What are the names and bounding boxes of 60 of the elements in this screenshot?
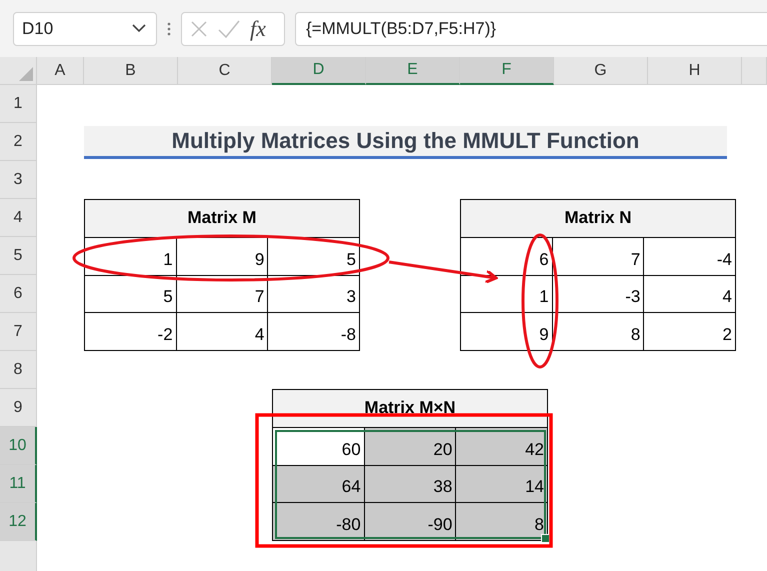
cell-selection[interactable]: 60 20 42 64 38 14 -80 -90 8	[273, 428, 548, 541]
table-cell: 9	[176, 238, 268, 276]
row-header[interactable]: 11	[0, 465, 37, 503]
table-cell: 60	[273, 428, 365, 466]
table-cell: 8	[552, 313, 644, 351]
table-cell: 1	[461, 276, 553, 314]
row-header[interactable]: 3	[0, 161, 37, 199]
table-cell: 14	[456, 466, 548, 504]
formula-field[interactable]: {=MMULT(B5:D7,F5:H7)}	[295, 12, 767, 46]
row-header[interactable]: 6	[0, 275, 37, 313]
row-header[interactable]: 9	[0, 389, 37, 427]
matrix-header: Matrix N	[461, 200, 736, 238]
table-cell: 2	[644, 313, 736, 351]
table-cell: 20	[364, 428, 456, 466]
column-header[interactable]: C	[178, 57, 272, 85]
row-header[interactable]: 7	[0, 313, 37, 351]
check-icon[interactable]	[218, 20, 240, 38]
row-header[interactable]: 10	[0, 427, 37, 465]
table-cell: 3	[268, 276, 360, 314]
sheet-title: Multiply Matrices Using the MMULT Function	[84, 126, 727, 159]
column-header[interactable]	[742, 57, 767, 85]
table-cell: 42	[456, 428, 548, 466]
table-cell: 38	[364, 466, 456, 504]
table-cell: 4	[644, 276, 736, 314]
table-cell: 64	[273, 466, 365, 504]
column-header[interactable]: H	[648, 57, 742, 85]
column-header[interactable]: B	[84, 57, 178, 85]
more-icon[interactable]	[167, 20, 171, 36]
row-header[interactable]: 4	[0, 199, 37, 237]
row-header[interactable]: 8	[0, 351, 37, 389]
table-cell: 8	[456, 503, 548, 541]
column-header[interactable]: D	[272, 57, 366, 85]
matrix-header: Matrix M×N	[273, 390, 548, 428]
select-all-icon[interactable]	[19, 67, 33, 81]
column-header[interactable]: G	[554, 57, 648, 85]
fill-handle[interactable]	[541, 534, 550, 543]
column-header[interactable]: F	[460, 57, 554, 85]
table-cell: 5	[85, 276, 177, 314]
column-header[interactable]: A	[37, 57, 84, 85]
insert-function-button[interactable]: fx	[250, 16, 266, 42]
table-cell: 4	[176, 313, 268, 351]
chevron-down-icon	[132, 24, 146, 33]
close-icon[interactable]	[190, 20, 208, 38]
row-header[interactable]: 1	[0, 85, 37, 123]
table-cell: -3	[552, 276, 644, 314]
row-header[interactable]: 2	[0, 123, 37, 161]
table-cell: -8	[268, 313, 360, 351]
table-cell: 6	[461, 238, 553, 276]
table-cell: 9	[461, 313, 553, 351]
table-cell: -80	[273, 503, 365, 541]
table-cell: -4	[644, 238, 736, 276]
table-cell: -90	[364, 503, 456, 541]
matrix-header: Matrix M	[85, 200, 360, 238]
table-cell: 7	[552, 238, 644, 276]
row-header[interactable]	[0, 541, 37, 571]
row-header[interactable]: 12	[0, 503, 37, 541]
row-header[interactable]: 5	[0, 237, 37, 275]
name-box[interactable]: D10	[13, 12, 157, 46]
column-header[interactable]: E	[366, 57, 460, 85]
table-cell: -2	[85, 313, 177, 351]
